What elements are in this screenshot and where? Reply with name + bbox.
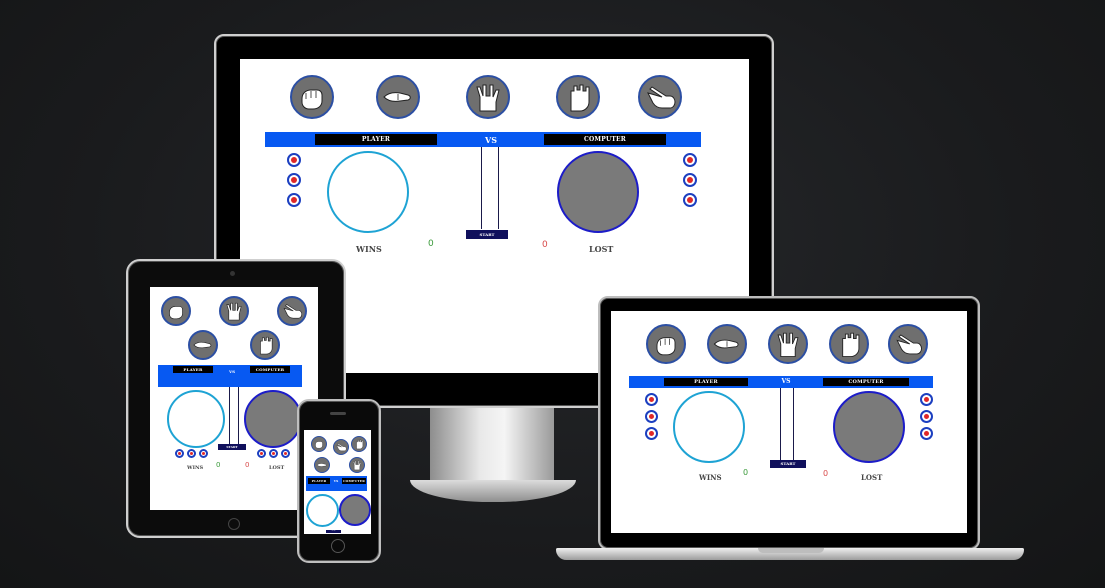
- vs-label: VS: [333, 479, 339, 483]
- start-button[interactable]: START: [770, 460, 806, 468]
- computer-life-icon: [920, 427, 933, 440]
- computer-life-icon: [683, 193, 697, 207]
- lost-label: LOST: [589, 244, 614, 254]
- wins-label: WINS: [187, 465, 204, 471]
- scissors-icon[interactable]: [638, 75, 682, 119]
- vs-label: VS: [781, 378, 791, 385]
- paper-icon[interactable]: [351, 436, 367, 452]
- player-label: PLAYER: [308, 478, 330, 484]
- player-life-icon: [287, 173, 301, 187]
- player-life-icon: [645, 410, 658, 423]
- tablet-screen: PLAYER VS COMPUTER START WINS 0 0 LOST: [150, 287, 318, 510]
- player-choice-display: [327, 151, 409, 233]
- vs-label: VS: [229, 369, 235, 374]
- player-life-icon: [645, 427, 658, 440]
- player-life-icon: [287, 193, 301, 207]
- round-timer-column: [481, 147, 499, 229]
- lost-score: 0: [542, 240, 548, 250]
- paper-icon[interactable]: [556, 75, 600, 119]
- spock-icon[interactable]: [219, 296, 249, 326]
- computer-life-icon: [281, 449, 290, 458]
- speaker-icon: [330, 412, 346, 415]
- camera-icon: [230, 271, 235, 276]
- rock-icon[interactable]: [311, 436, 327, 452]
- player-label: PLAYER: [315, 134, 437, 145]
- scissors-icon[interactable]: [333, 439, 349, 455]
- laptop-notch: [758, 548, 824, 553]
- rock-icon[interactable]: [290, 75, 334, 119]
- player-life-icon: [199, 449, 208, 458]
- wins-label: WINS: [699, 473, 722, 482]
- paper-icon[interactable]: [829, 324, 869, 364]
- paper-icon[interactable]: [250, 330, 280, 360]
- player-life-icon: [645, 393, 658, 406]
- computer-choice-display: [244, 390, 302, 448]
- computer-choice-display: [339, 494, 371, 526]
- mockup-stage: PLAYER VS COMPUTER START WINS 0 0 LOST P…: [0, 0, 1105, 588]
- player-label: PLAYER: [173, 366, 213, 373]
- vs-label: VS: [485, 135, 497, 145]
- computer-life-icon: [683, 173, 697, 187]
- round-timer-column: [780, 388, 794, 460]
- computer-choice-display: [557, 151, 639, 233]
- scissors-icon[interactable]: [277, 296, 307, 326]
- start-button[interactable]: START: [466, 230, 508, 239]
- computer-label: COMPUTER: [342, 478, 366, 484]
- spock-icon[interactable]: [349, 457, 365, 473]
- lost-label: LOST: [269, 465, 285, 471]
- player-life-icon: [187, 449, 196, 458]
- lost-score: 0: [823, 469, 829, 478]
- player-choice-display: [306, 494, 339, 527]
- home-button: [331, 539, 345, 553]
- lizard-icon[interactable]: [188, 330, 218, 360]
- monitor-stand-base: [410, 480, 576, 502]
- spock-icon[interactable]: [768, 324, 808, 364]
- rock-icon[interactable]: [161, 296, 191, 326]
- spock-icon[interactable]: [466, 75, 510, 119]
- computer-life-icon: [683, 153, 697, 167]
- wins-score: 0: [743, 468, 749, 477]
- lizard-icon[interactable]: [707, 324, 747, 364]
- player-life-icon: [175, 449, 184, 458]
- computer-label: COMPUTER: [823, 378, 909, 386]
- home-button: [228, 518, 240, 530]
- computer-choice-display: [833, 391, 905, 463]
- player-choice-display: [167, 390, 225, 448]
- lizard-icon[interactable]: [314, 457, 330, 473]
- wins-score: 0: [216, 461, 221, 469]
- player-label: PLAYER: [664, 378, 748, 386]
- computer-label: COMPUTER: [250, 366, 290, 373]
- start-button[interactable]: START: [218, 444, 246, 450]
- laptop-screen: PLAYER VS COMPUTER START WINS 0 0 LOST: [611, 311, 967, 533]
- rock-icon[interactable]: [646, 324, 686, 364]
- wins-score: 0: [428, 239, 434, 249]
- wins-label: WINS: [356, 244, 382, 254]
- start-button[interactable]: START: [326, 530, 341, 533]
- lizard-icon[interactable]: [376, 75, 420, 119]
- lost-label: LOST: [861, 473, 883, 482]
- computer-life-icon: [257, 449, 266, 458]
- player-life-icon: [287, 153, 301, 167]
- phone-screen: PLAYER VS COMPUTER START: [304, 430, 371, 534]
- scissors-icon[interactable]: [888, 324, 928, 364]
- computer-life-icon: [920, 393, 933, 406]
- computer-label: COMPUTER: [544, 134, 666, 145]
- computer-life-icon: [269, 449, 278, 458]
- player-choice-display: [673, 391, 745, 463]
- lost-score: 0: [245, 461, 250, 469]
- round-timer-column: [229, 387, 239, 445]
- monitor-stand-neck: [430, 405, 554, 485]
- computer-life-icon: [920, 410, 933, 423]
